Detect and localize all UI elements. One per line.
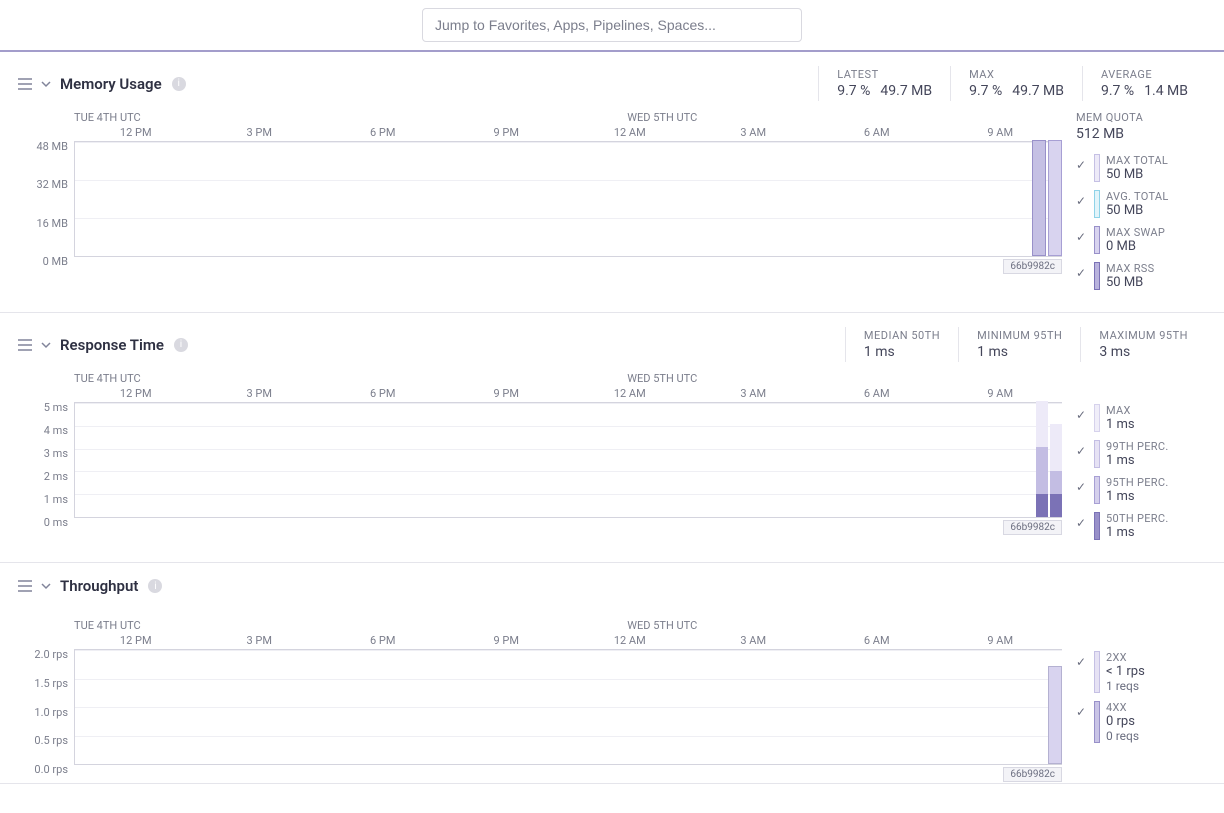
legend-item[interactable]: ✓99TH PERC.1 ms bbox=[1076, 436, 1206, 472]
day-label: WED 5TH UTC bbox=[627, 619, 1062, 632]
check-icon: ✓ bbox=[1076, 651, 1088, 669]
xaxis-ticks: 12 PM3 PM6 PM9 PM12 AM3 AM6 AM9 AM bbox=[18, 126, 1062, 139]
panel-title: Throughput bbox=[60, 577, 138, 595]
mem-quota-value: 512 MB bbox=[1076, 124, 1206, 150]
memory-chart[interactable]: 66b9982c bbox=[74, 141, 1062, 257]
check-icon: ✓ bbox=[1076, 476, 1088, 494]
throughput-panel: Throughput i TUE 4TH UTCWED 5TH UTC 12 P… bbox=[0, 563, 1224, 784]
check-icon: ✓ bbox=[1076, 190, 1088, 208]
check-icon: ✓ bbox=[1076, 701, 1088, 719]
stat-minimum-95th: MINIMUM 95TH1 ms bbox=[958, 327, 1080, 362]
search-input[interactable] bbox=[422, 8, 802, 42]
day-label: WED 5TH UTC bbox=[627, 372, 1062, 385]
check-icon: ✓ bbox=[1076, 226, 1088, 244]
legend-item[interactable]: ✓4XX0 rps0 reqs bbox=[1076, 697, 1206, 747]
stat-average: AVERAGE 9.7 %1.4 MB bbox=[1082, 66, 1206, 101]
xaxis-ticks: 12 PM3 PM6 PM9 PM12 AM3 AM6 AM9 AM bbox=[18, 634, 1062, 647]
hamburger-icon[interactable] bbox=[18, 339, 32, 351]
day-label: TUE 4TH UTC bbox=[74, 619, 627, 632]
xaxis-ticks: 12 PM3 PM6 PM9 PM12 AM3 AM6 AM9 AM bbox=[18, 387, 1062, 400]
bar bbox=[1032, 140, 1046, 256]
mem-quota-label: MEM QUOTA bbox=[1076, 111, 1206, 124]
stat-maximum-95th: MAXIMUM 95TH3 ms bbox=[1080, 327, 1206, 362]
stat-max: MAX 9.7 %49.7 MB bbox=[950, 66, 1082, 101]
response-time-panel: Response Time i MEDIAN 50TH1 ms MINIMUM … bbox=[0, 313, 1224, 563]
chevron-down-icon[interactable] bbox=[40, 78, 52, 90]
response-chart[interactable]: 66b9982c bbox=[74, 402, 1062, 518]
legend-item[interactable]: ✓50TH PERC.1 ms bbox=[1076, 508, 1206, 544]
yaxis: 5 ms4 ms3 ms2 ms1 ms0 ms bbox=[18, 402, 74, 518]
panel-title: Memory Usage bbox=[60, 75, 162, 93]
day-label: WED 5TH UTC bbox=[627, 111, 1062, 124]
memory-usage-panel: Memory Usage i LATEST 9.7 %49.7 MB MAX 9… bbox=[0, 52, 1224, 313]
check-icon: ✓ bbox=[1076, 262, 1088, 280]
legend-item[interactable]: ✓2XX< 1 rps1 reqs bbox=[1076, 647, 1206, 697]
throughput-chart[interactable]: 66b9982c bbox=[74, 649, 1062, 765]
hamburger-icon[interactable] bbox=[18, 78, 32, 90]
panel-title: Response Time bbox=[60, 336, 164, 354]
deploy-tag[interactable]: 66b9982c bbox=[1003, 767, 1062, 782]
info-icon[interactable]: i bbox=[174, 338, 188, 352]
info-icon[interactable]: i bbox=[172, 77, 186, 91]
legend-item[interactable]: ✓AVG. TOTAL50 MB bbox=[1076, 186, 1206, 222]
bar bbox=[1048, 666, 1062, 764]
legend-item[interactable]: ✓95TH PERC.1 ms bbox=[1076, 472, 1206, 508]
deploy-tag[interactable]: 66b9982c bbox=[1003, 259, 1062, 274]
bar bbox=[1036, 401, 1048, 517]
legend-item[interactable]: ✓MAX RSS50 MB bbox=[1076, 258, 1206, 294]
yaxis: 48 MB32 MB16 MB0 MB bbox=[18, 141, 74, 257]
check-icon: ✓ bbox=[1076, 154, 1088, 172]
bar bbox=[1048, 140, 1062, 256]
legend-item[interactable]: ✓MAX1 ms bbox=[1076, 400, 1206, 436]
bar bbox=[1050, 424, 1062, 517]
hamburger-icon[interactable] bbox=[18, 580, 32, 592]
legend-item[interactable]: ✓MAX SWAP0 MB bbox=[1076, 222, 1206, 258]
search-bar bbox=[0, 0, 1224, 52]
stat-latest: LATEST 9.7 %49.7 MB bbox=[818, 66, 950, 101]
chevron-down-icon[interactable] bbox=[40, 580, 52, 592]
check-icon: ✓ bbox=[1076, 512, 1088, 530]
day-label: TUE 4TH UTC bbox=[74, 111, 627, 124]
check-icon: ✓ bbox=[1076, 404, 1088, 422]
info-icon[interactable]: i bbox=[148, 579, 162, 593]
stat-median-50th: MEDIAN 50TH1 ms bbox=[845, 327, 958, 362]
yaxis: 2.0 rps1.5 rps1.0 rps0.5 rps0.0 rps bbox=[18, 649, 74, 765]
legend-item[interactable]: ✓MAX TOTAL50 MB bbox=[1076, 150, 1206, 186]
check-icon: ✓ bbox=[1076, 440, 1088, 458]
day-label: TUE 4TH UTC bbox=[74, 372, 627, 385]
deploy-tag[interactable]: 66b9982c bbox=[1003, 520, 1062, 535]
chevron-down-icon[interactable] bbox=[40, 339, 52, 351]
